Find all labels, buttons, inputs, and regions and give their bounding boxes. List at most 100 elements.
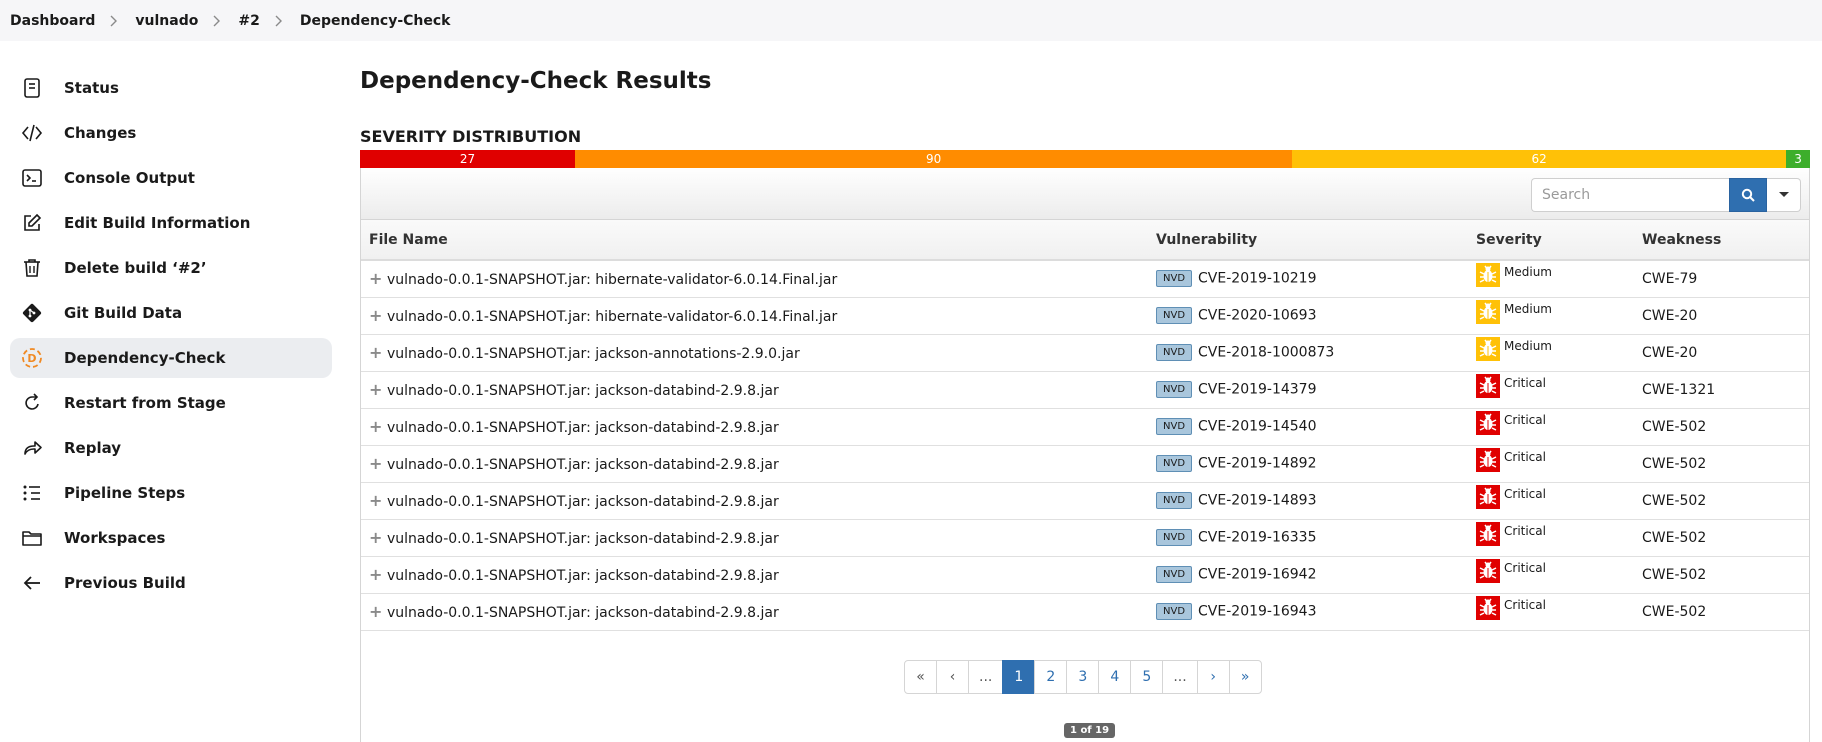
table-row[interactable]: + vulnado-0.0.1-SNAPSHOT.jar: jackson-dat… [361, 519, 1809, 556]
table-row[interactable]: + vulnado-0.0.1-SNAPSHOT.jar: jackson-dat… [361, 445, 1809, 482]
cve-id[interactable]: CVE-2019-14893 [1198, 493, 1316, 509]
ellipsis-button[interactable]: ... [968, 660, 1004, 694]
sidebar-item-label: Changes [64, 124, 137, 142]
search-group [1531, 178, 1801, 212]
column-header-file-name[interactable]: File Name [361, 220, 1148, 261]
vulnerability-cell: NVD CVE-2019-14379 [1148, 371, 1468, 408]
sidebar-item-delete-build[interactable]: Delete build ‘#2’ [10, 248, 332, 288]
weakness-cell: CWE-20 [1634, 334, 1809, 371]
cve-id[interactable]: CVE-2019-16942 [1198, 567, 1316, 583]
sidebar-item-label: Console Output [64, 169, 195, 187]
severity-cell: Critical [1468, 482, 1634, 519]
breadcrumb-dependency-check[interactable]: Dependency-Check [300, 13, 451, 29]
severity-cell: Medium [1468, 297, 1634, 334]
search-options-dropdown[interactable] [1767, 178, 1801, 212]
expand-row-icon[interactable]: + [369, 380, 382, 399]
table-row[interactable]: + vulnado-0.0.1-SNAPSHOT.jar: jackson-dat… [361, 556, 1809, 593]
severity-distribution-bar: 27 90 62 3 [360, 150, 1810, 168]
page-4-button[interactable]: 4 [1098, 660, 1132, 694]
table-row[interactable]: + vulnado-0.0.1-SNAPSHOT.jar: jackson-dat… [361, 482, 1809, 519]
caret-down-icon [1778, 192, 1789, 197]
cve-id[interactable]: CVE-2019-10219 [1198, 271, 1316, 287]
cve-id[interactable]: CVE-2019-16335 [1198, 530, 1316, 546]
breadcrumb-build[interactable]: #2 [238, 13, 259, 29]
cwe-id[interactable]: CWE-79 [1642, 271, 1697, 287]
sidebar-item-replay[interactable]: Replay [10, 428, 332, 468]
bug-icon [1476, 336, 1500, 361]
cwe-id[interactable]: CWE-502 [1642, 604, 1706, 620]
cwe-id[interactable]: CWE-20 [1642, 308, 1697, 324]
sidebar-item-restart-from-stage[interactable]: Restart from Stage [10, 383, 332, 423]
column-header-severity[interactable]: Severity [1468, 220, 1634, 261]
expand-row-icon[interactable]: + [369, 528, 382, 547]
severity-distribution-title: SEVERITY DISTRIBUTION [360, 127, 582, 146]
prev-page-button[interactable]: ‹ [936, 660, 969, 694]
cve-id[interactable]: CVE-2019-16943 [1198, 604, 1316, 620]
table-row[interactable]: + vulnado-0.0.1-SNAPSHOT.jar: jackson-ann… [361, 334, 1809, 371]
expand-row-icon[interactable]: + [369, 269, 382, 288]
file-name: vulnado-0.0.1-SNAPSHOT.jar: jackson-data… [387, 383, 779, 399]
next-page-button[interactable]: › [1196, 660, 1230, 694]
source-badge: NVD [1156, 603, 1193, 620]
column-header-vulnerability[interactable]: Vulnerability [1148, 220, 1468, 261]
bug-icon [1476, 410, 1500, 435]
expand-row-icon[interactable]: + [369, 417, 382, 436]
file-name: vulnado-0.0.1-SNAPSHOT.jar: hibernate-va… [387, 272, 838, 289]
cwe-id[interactable]: CWE-20 [1642, 345, 1697, 361]
file-name-cell: + vulnado-0.0.1-SNAPSHOT.jar: jackson-dat… [361, 445, 1148, 482]
severity-cell: Critical [1468, 556, 1634, 593]
cve-id[interactable]: CVE-2020-10693 [1198, 308, 1316, 324]
file-name: vulnado-0.0.1-SNAPSHOT.jar: jackson-data… [387, 605, 779, 621]
code-icon [21, 122, 43, 144]
search-input[interactable] [1531, 178, 1729, 212]
sidebar-item-pipeline-steps[interactable]: Pipeline Steps [10, 473, 332, 513]
ellipsis-button[interactable]: ... [1162, 660, 1198, 694]
file-name-cell: + vulnado-0.0.1-SNAPSHOT.jar: hibernate-v… [361, 260, 1148, 297]
cwe-id[interactable]: CWE-502 [1642, 456, 1706, 472]
chevron-right-icon [275, 15, 285, 27]
expand-row-icon[interactable]: + [369, 602, 382, 621]
cve-id[interactable]: CVE-2019-14379 [1198, 382, 1316, 398]
sidebar-item-previous-build[interactable]: Previous Build [10, 563, 332, 603]
page-1-button[interactable]: 1 [1002, 660, 1036, 694]
first-page-button[interactable]: « [904, 660, 937, 694]
search-button[interactable] [1729, 178, 1767, 212]
expand-row-icon[interactable]: + [369, 343, 382, 362]
expand-row-icon[interactable]: + [369, 306, 382, 325]
table-row[interactable]: + vulnado-0.0.1-SNAPSHOT.jar: jackson-dat… [361, 593, 1809, 630]
page-3-button[interactable]: 3 [1066, 660, 1100, 694]
severity-label: Medium [1504, 338, 1552, 353]
breadcrumb-project[interactable]: vulnado [135, 13, 198, 29]
table-row[interactable]: + vulnado-0.0.1-SNAPSHOT.jar: hibernate-v… [361, 260, 1809, 297]
sidebar-item-console-output[interactable]: Console Output [10, 158, 332, 198]
table-row[interactable]: + vulnado-0.0.1-SNAPSHOT.jar: jackson-dat… [361, 408, 1809, 445]
sidebar-item-workspaces[interactable]: Workspaces [10, 518, 332, 558]
expand-row-icon[interactable]: + [369, 454, 382, 473]
sidebar-item-changes[interactable]: Changes [10, 113, 332, 153]
column-header-weakness[interactable]: Weakness [1634, 220, 1809, 261]
sidebar-item-status[interactable]: Status [10, 68, 332, 108]
file-name-cell: + vulnado-0.0.1-SNAPSHOT.jar: jackson-dat… [361, 556, 1148, 593]
breadcrumb-dashboard[interactable]: Dashboard [10, 13, 95, 29]
page-2-button[interactable]: 2 [1034, 660, 1068, 694]
vulnerability-cell: NVD CVE-2019-16335 [1148, 519, 1468, 556]
expand-row-icon[interactable]: + [369, 491, 382, 510]
sidebar-item-git-build-data[interactable]: Git Build Data [10, 293, 332, 333]
cwe-id[interactable]: CWE-502 [1642, 419, 1706, 435]
file-name-cell: + vulnado-0.0.1-SNAPSHOT.jar: hibernate-v… [361, 297, 1148, 334]
cve-id[interactable]: CVE-2019-14540 [1198, 419, 1316, 435]
cwe-id[interactable]: CWE-1321 [1642, 382, 1715, 398]
table-row[interactable]: + vulnado-0.0.1-SNAPSHOT.jar: hibernate-v… [361, 297, 1809, 334]
last-page-button[interactable]: » [1228, 660, 1262, 694]
cwe-id[interactable]: CWE-502 [1642, 493, 1706, 509]
expand-row-icon[interactable]: + [369, 565, 382, 584]
cwe-id[interactable]: CWE-502 [1642, 567, 1706, 583]
vulnerability-cell: NVD CVE-2019-16942 [1148, 556, 1468, 593]
sidebar-item-edit-build-information[interactable]: Edit Build Information [10, 203, 332, 243]
cve-id[interactable]: CVE-2019-14892 [1198, 456, 1316, 472]
page-5-button[interactable]: 5 [1130, 660, 1164, 694]
table-row[interactable]: + vulnado-0.0.1-SNAPSHOT.jar: jackson-dat… [361, 371, 1809, 408]
cve-id[interactable]: CVE-2018-1000873 [1198, 345, 1334, 361]
cwe-id[interactable]: CWE-502 [1642, 530, 1706, 546]
sidebar-item-dependency-check[interactable]: D Dependency-Check [10, 338, 332, 378]
